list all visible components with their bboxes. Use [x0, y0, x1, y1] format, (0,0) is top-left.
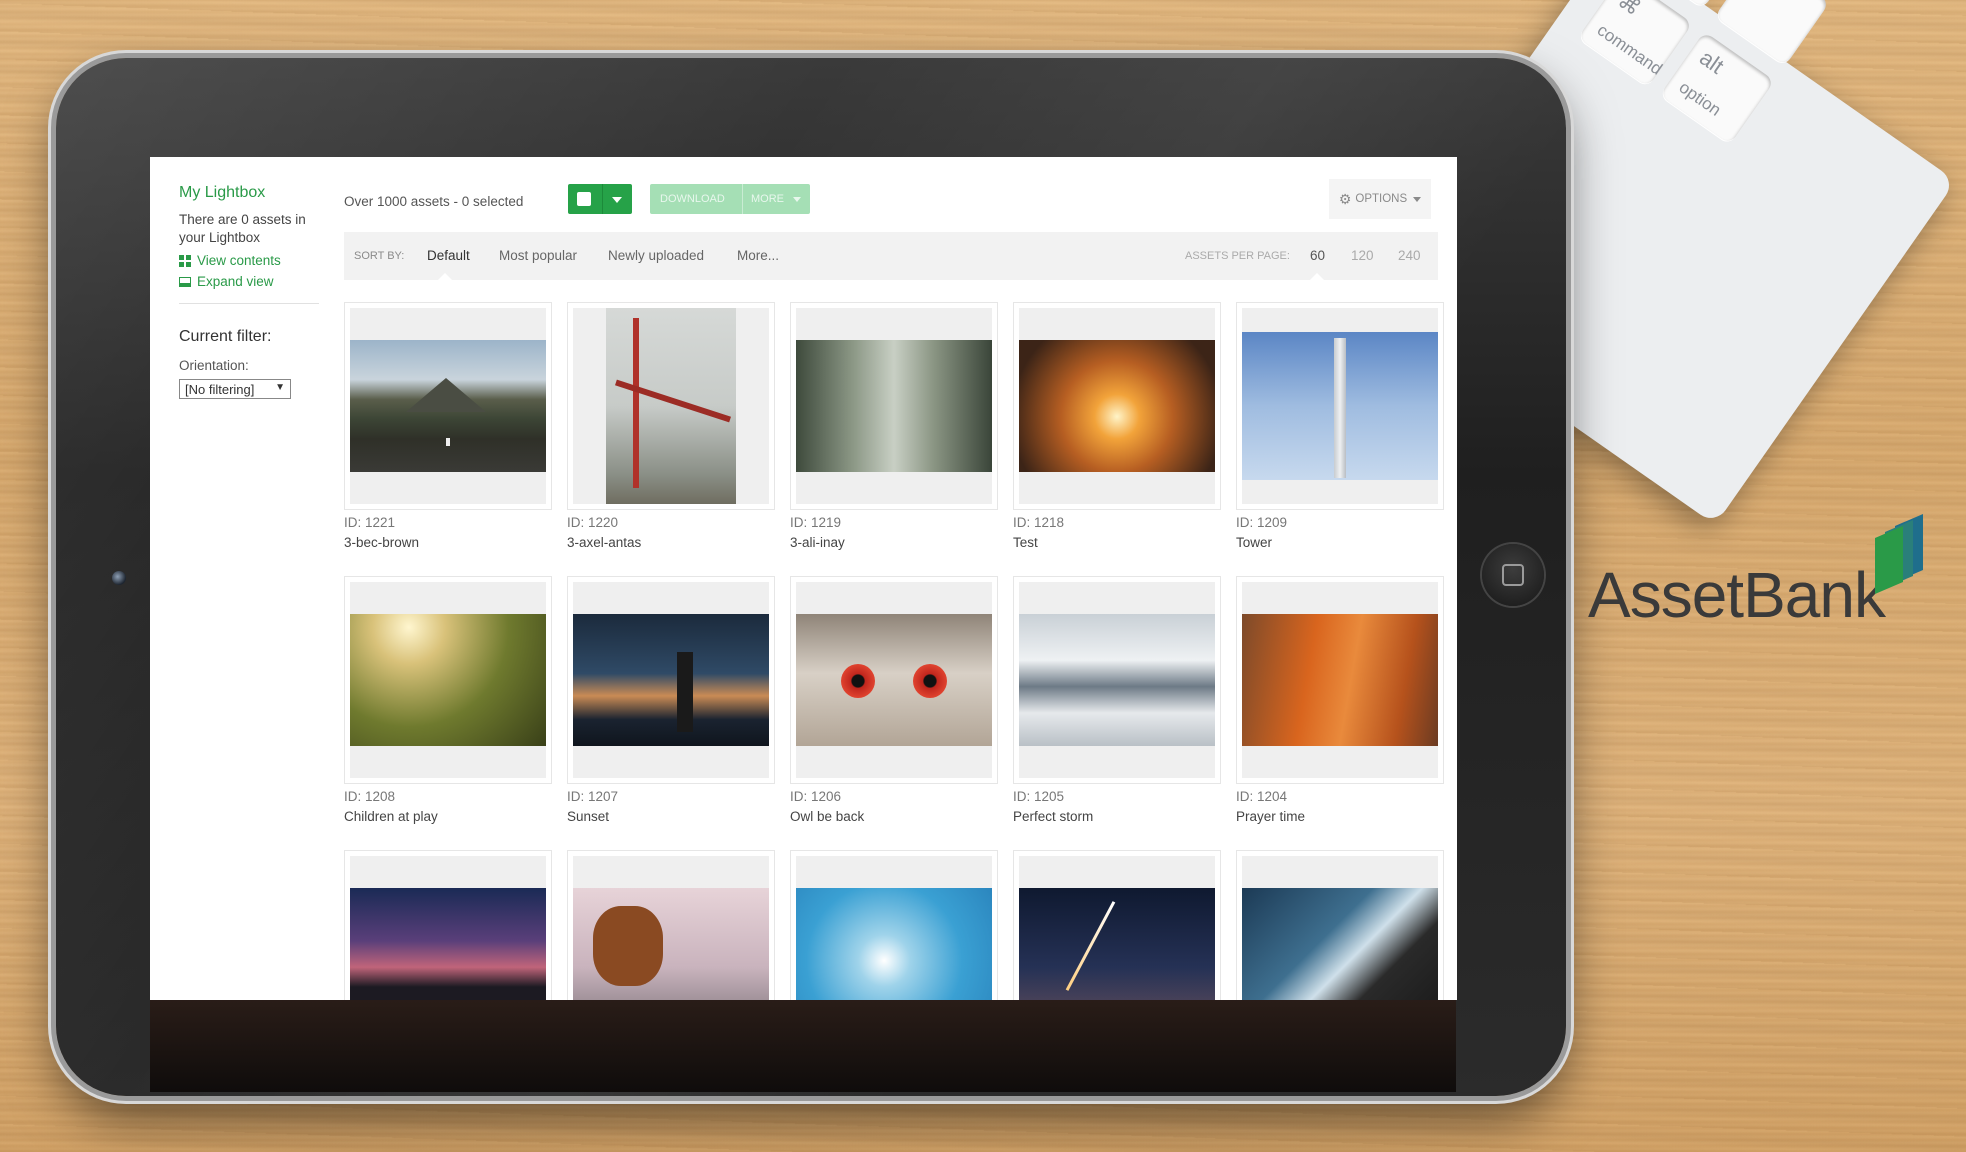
asset-id: ID: 1204 — [1236, 789, 1288, 804]
asset-thumbnail — [1242, 308, 1438, 504]
more-button[interactable]: MORE — [751, 193, 784, 205]
asset-thumbnail — [1242, 582, 1438, 778]
asset-tile[interactable] — [1013, 850, 1221, 1000]
asset-tile[interactable] — [567, 576, 775, 784]
checkbox-icon — [577, 192, 591, 206]
asset-thumbnail — [796, 856, 992, 1000]
dropdown-arrow-icon: ▼ — [275, 382, 285, 393]
orientation-label: Orientation: — [179, 358, 249, 373]
asset-thumbnail — [1019, 582, 1215, 778]
asset-thumbnail — [573, 582, 769, 778]
expand-icon — [179, 276, 191, 287]
asset-thumbnail — [796, 582, 992, 778]
asset-tile[interactable] — [1236, 850, 1444, 1000]
asset-id: ID: 1208 — [344, 789, 396, 804]
caret-down-icon — [793, 197, 801, 202]
app-screen: My Lightbox There are 0 assets in your L… — [150, 157, 1457, 1000]
asset-tile[interactable] — [790, 302, 998, 510]
asset-thumbnail — [573, 856, 769, 1000]
caret-down-icon — [1413, 196, 1422, 202]
asset-thumbnail — [573, 308, 769, 504]
asset-id: ID: 1220 — [567, 515, 619, 530]
asset-id: ID: 1206 — [790, 789, 842, 804]
asset-tile[interactable] — [1236, 302, 1444, 510]
asset-thumbnail — [1019, 856, 1215, 1000]
asset-thumbnail — [350, 308, 546, 504]
asset-thumbnail — [350, 582, 546, 778]
asset-thumbnail — [1242, 856, 1438, 1000]
asset-tile[interactable] — [1013, 302, 1221, 510]
options-button[interactable]: ⚙ OPTIONS — [1329, 179, 1431, 219]
current-filter-title: Current filter: — [179, 328, 272, 345]
options-label: OPTIONS — [1355, 193, 1408, 205]
sort-newly-uploaded[interactable]: Newly uploaded — [608, 248, 704, 263]
sort-by-label: SORT BY: — [354, 250, 405, 262]
gear-icon: ⚙ — [1338, 190, 1352, 207]
asset-tile[interactable] — [344, 302, 552, 510]
asset-thumbnail — [350, 856, 546, 1000]
brand-name: AssetBank — [1588, 559, 1886, 631]
asset-id: ID: 1207 — [567, 789, 619, 804]
view-contents-link[interactable]: View contents — [179, 253, 319, 268]
asset-tile[interactable] — [344, 850, 552, 1000]
asset-thumbnail — [1019, 308, 1215, 504]
caret-down-icon — [612, 197, 622, 203]
asset-tile[interactable] — [790, 576, 998, 784]
asset-name[interactable]: Test — [1013, 535, 1038, 550]
lightbox-summary: There are 0 assets in your Lightbox — [179, 212, 306, 245]
home-icon — [1502, 564, 1524, 586]
asset-tile[interactable] — [344, 576, 552, 784]
sidebar-divider — [179, 303, 319, 304]
asset-tile[interactable] — [567, 850, 775, 1000]
select-all-button[interactable] — [568, 184, 632, 214]
per-page-240[interactable]: 240 — [1398, 248, 1421, 263]
screen-reflection — [150, 998, 1456, 1092]
asset-count: Over 1000 assets - 0 selected — [344, 194, 524, 209]
asset-id: ID: 1218 — [1013, 515, 1065, 530]
expand-view-link[interactable]: Expand view — [179, 274, 319, 289]
sort-bar: SORT BY: Default Most popular Newly uplo… — [344, 232, 1438, 280]
asset-name[interactable]: Prayer time — [1236, 809, 1305, 824]
asset-id: ID: 1219 — [790, 515, 842, 530]
asset-name[interactable]: Tower — [1236, 535, 1272, 550]
sort-most-popular[interactable]: Most popular — [499, 248, 577, 263]
active-sort-indicator — [438, 273, 452, 280]
camera-lens — [112, 571, 126, 585]
asset-name[interactable]: Children at play — [344, 809, 438, 824]
key-option: alt option — [1659, 31, 1775, 145]
asset-tile[interactable] — [1013, 576, 1221, 784]
asset-id: ID: 1205 — [1013, 789, 1065, 804]
asset-thumbnail — [796, 308, 992, 504]
asset-name[interactable]: 3-bec-brown — [344, 535, 419, 550]
asset-name[interactable]: Owl be back — [790, 809, 864, 824]
brand-mark-icon — [1875, 514, 1923, 594]
asset-tile[interactable] — [790, 850, 998, 1000]
orientation-value: [No filtering] — [185, 382, 255, 397]
home-button[interactable] — [1482, 544, 1544, 606]
lightbox-title[interactable]: My Lightbox — [179, 184, 319, 202]
download-button[interactable]: DOWNLOAD — [660, 193, 725, 205]
asset-name[interactable]: 3-ali-inay — [790, 535, 845, 550]
grid-icon — [179, 254, 191, 267]
per-page-label: ASSETS PER PAGE: — [1185, 250, 1290, 262]
active-per-page-indicator — [1310, 273, 1324, 280]
sort-default[interactable]: Default — [427, 248, 470, 263]
asset-id: ID: 1209 — [1236, 515, 1288, 530]
per-page-60[interactable]: 60 — [1310, 248, 1325, 263]
sidebar: My Lightbox There are 0 assets in your L… — [179, 184, 319, 399]
asset-name[interactable]: Sunset — [567, 809, 609, 824]
view-contents-label: View contents — [197, 253, 281, 268]
per-page-120[interactable]: 120 — [1351, 248, 1374, 263]
sort-more[interactable]: More... — [737, 248, 779, 263]
asset-tile[interactable] — [1236, 576, 1444, 784]
expand-view-label: Expand view — [197, 274, 274, 289]
download-more-buttons: DOWNLOAD MORE — [650, 184, 810, 214]
asset-name[interactable]: Perfect storm — [1013, 809, 1093, 824]
orientation-select[interactable]: [No filtering] ▼ — [179, 379, 291, 399]
asset-name[interactable]: 3-axel-antas — [567, 535, 641, 550]
asset-tile[interactable] — [567, 302, 775, 510]
asset-id: ID: 1221 — [344, 515, 396, 530]
